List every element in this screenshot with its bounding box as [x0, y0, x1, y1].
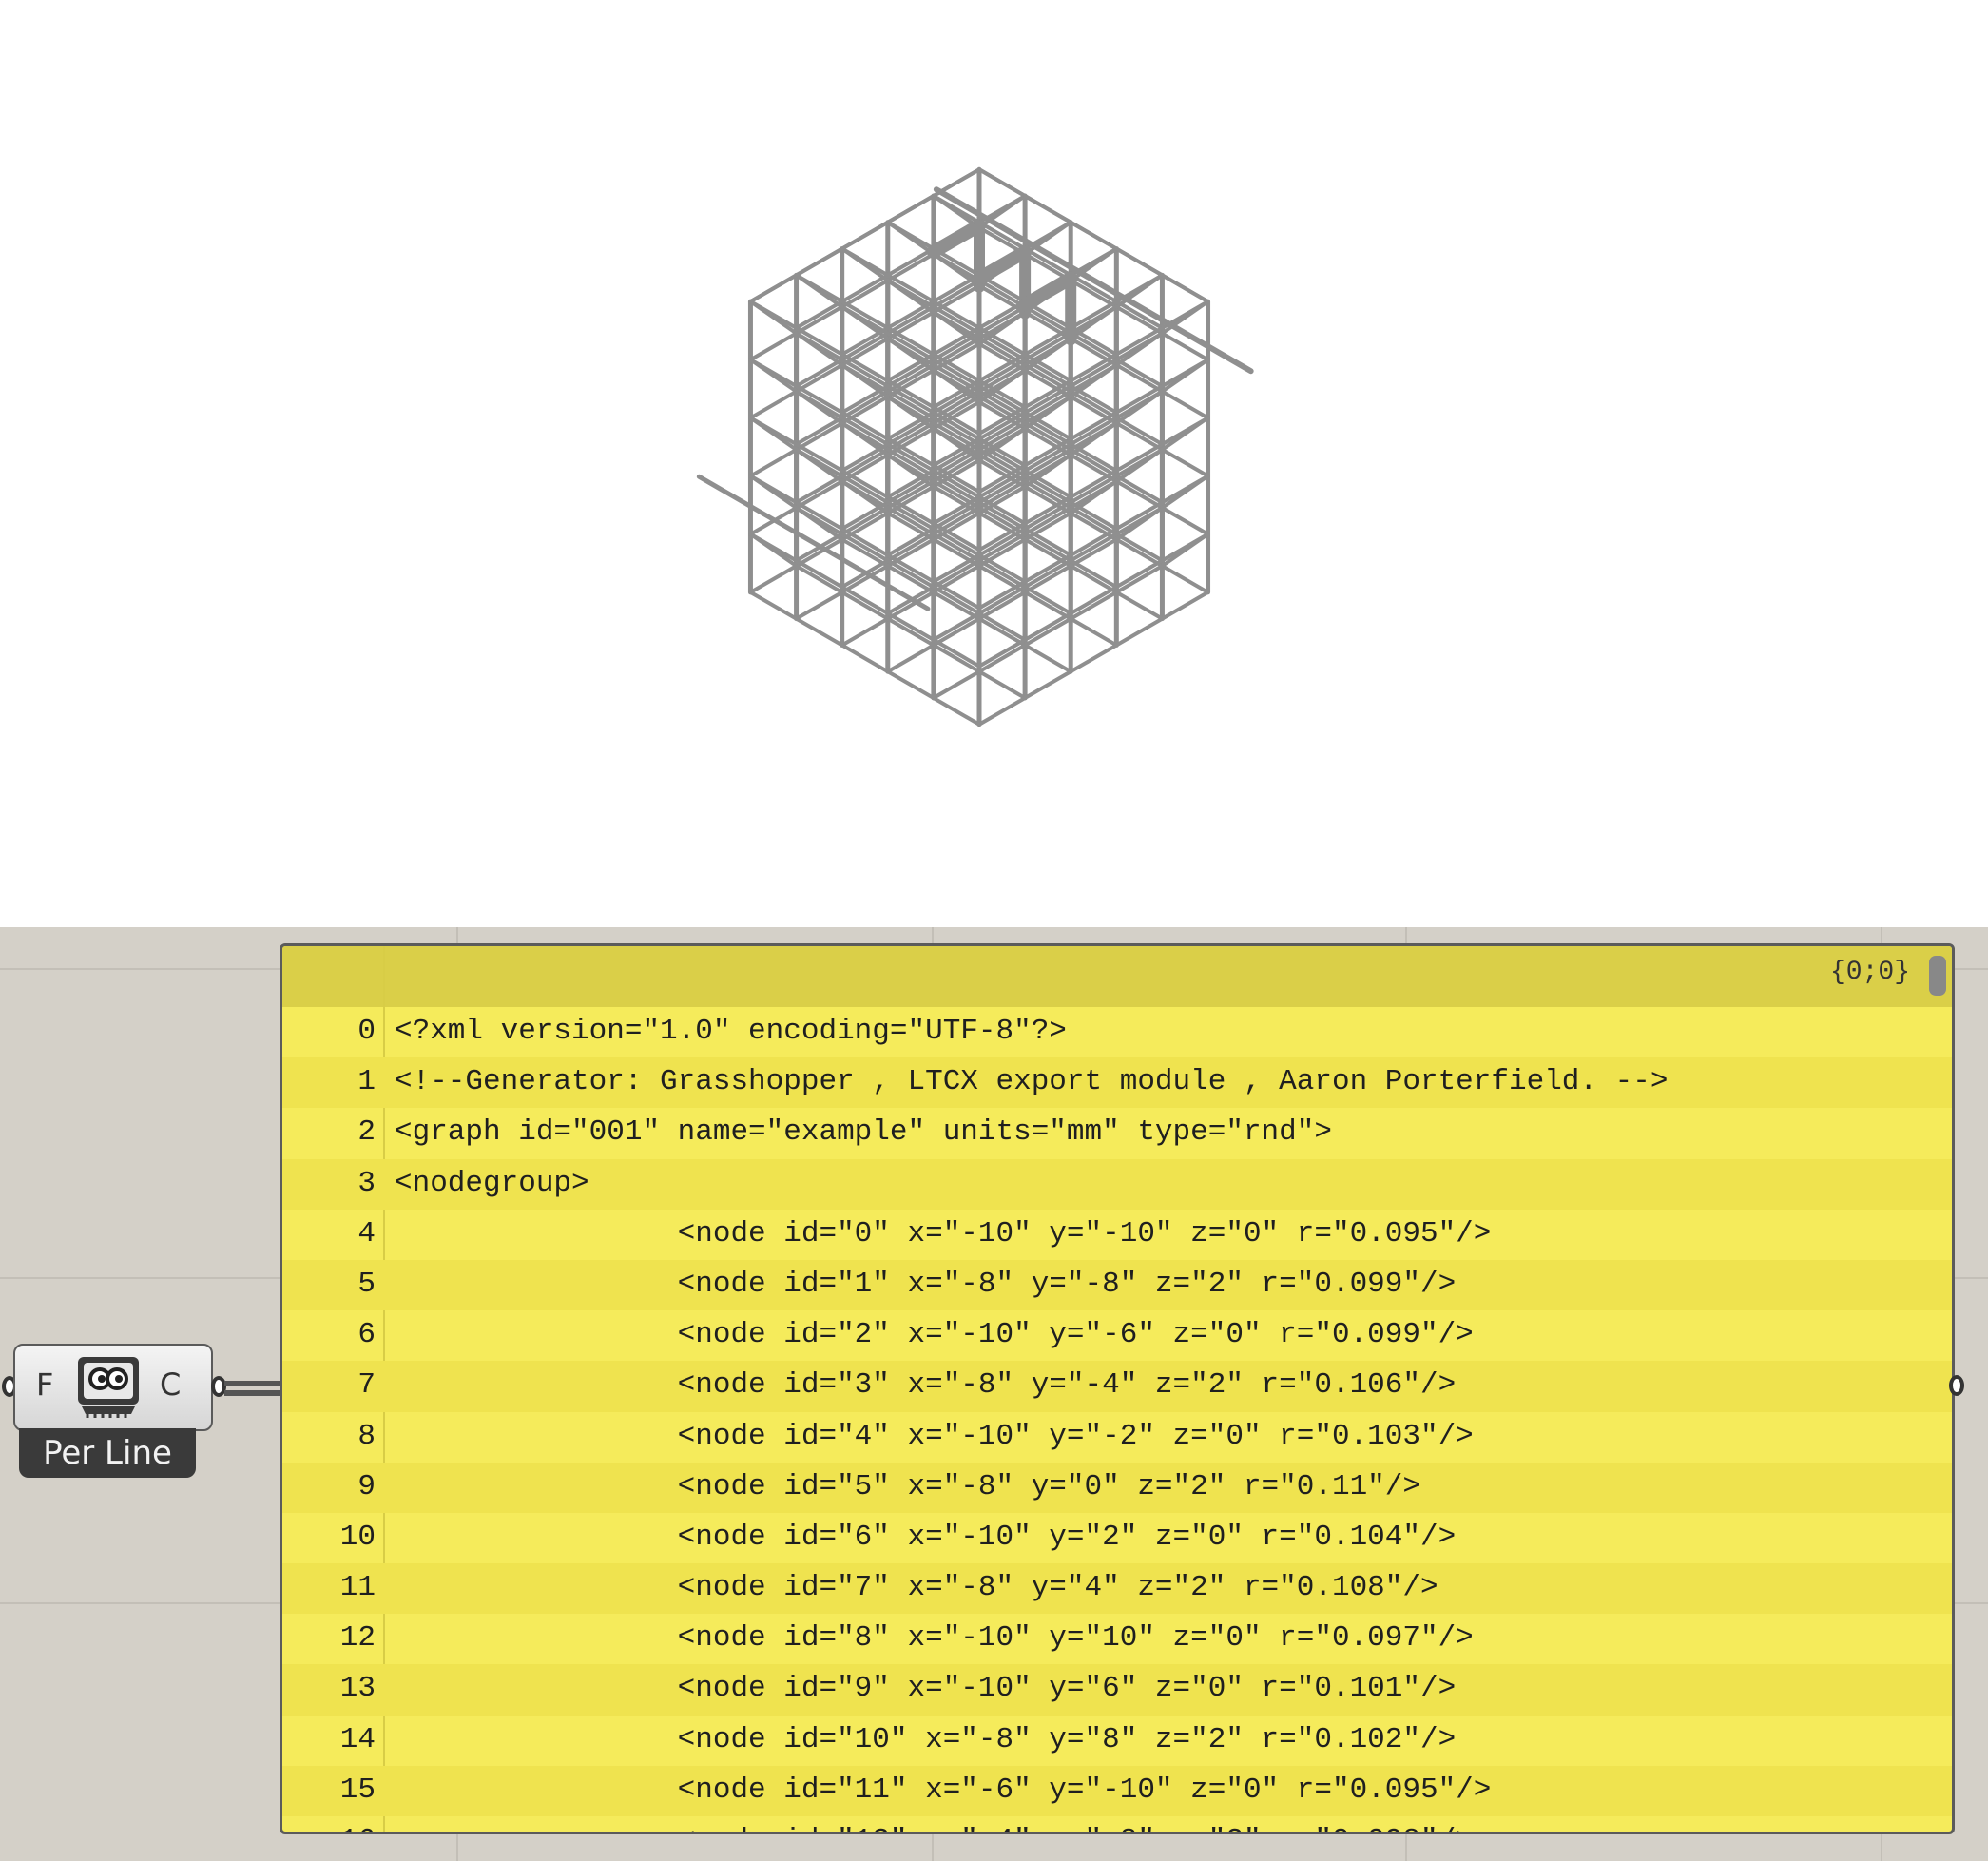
read-file-component[interactable]: F C [13, 1344, 213, 1431]
panel-output-grip[interactable] [1949, 1375, 1964, 1396]
line-number: 4 [357, 1216, 376, 1250]
panel-scrollbar[interactable] [1929, 956, 1946, 996]
panel-row: 1 <!--Generator: Grasshopper , LTCX expor… [282, 1057, 1952, 1109]
line-number: 15 [339, 1773, 376, 1807]
lattice-strut [885, 194, 936, 224]
line-text: <node id="1" x="-8" y="-8" z="2" r="0.09… [395, 1267, 1457, 1301]
line-number: 10 [339, 1520, 376, 1554]
panel-rows: 0 <?xml version="1.0" encoding="UTF-8"?> 1… [282, 1007, 1952, 1832]
line-text: <node id="2" x="-10" y="-6" z="0" r="0.0… [395, 1318, 1474, 1352]
line-number: 8 [357, 1419, 376, 1453]
lattice-strut [973, 244, 1033, 285]
lattice-strut [931, 194, 1165, 330]
lattice-strut [977, 590, 1210, 727]
lattice-strut [1023, 194, 1073, 224]
line-text: <?xml version="1.0" encoding="UTF-8"?> [395, 1015, 1067, 1048]
lattice-strut [1160, 273, 1210, 304]
lattice-strut [1018, 271, 1078, 312]
lattice-strut [926, 219, 986, 259]
line-number: 9 [357, 1469, 376, 1503]
line-text: <node id="7" x="-8" y="4" z="2" r="0.108… [395, 1571, 1438, 1605]
line-number: 0 [357, 1015, 376, 1048]
line-number: 16 [282, 1824, 376, 1832]
input-port-label[interactable]: F [36, 1367, 53, 1403]
lattice-3d-model [696, 166, 1254, 727]
line-text: <node id="6" x="-10" y="2" z="0" r="0.10… [395, 1520, 1457, 1554]
line-text: <node id="3" x="-8" y="-4" z="2" r="0.10… [395, 1368, 1457, 1403]
panel-row: 10 <node id="6" x="-10" y="2" z="0" r="0… [282, 1513, 1952, 1563]
panel-row: 14 <node id="10" x="-8" y="8" z="2" r="0… [282, 1716, 1952, 1766]
output-port-label[interactable]: C [160, 1367, 181, 1403]
panel-row: 8 <node id="4" x="-10" y="-2" z="0" r="0… [282, 1412, 1952, 1463]
line-text: <nodegroup> [395, 1166, 589, 1200]
panel-row: 2 <graph id="001" name="example" units="m… [282, 1108, 1952, 1158]
panel-row: 6 <node id="2" x="-10" y="-6" z="0" r="0… [282, 1310, 1952, 1361]
line-number: 12 [339, 1621, 376, 1656]
line-number: 1 [357, 1065, 376, 1099]
panel-reader-icon [74, 1353, 143, 1420]
data-path-label: {0;0} [1829, 958, 1910, 987]
panel-row: 4 <node id="0" x="-10" y="-10" z="0" r="… [282, 1210, 1952, 1260]
panel-row: 3 <nodegroup> [282, 1158, 1952, 1210]
line-number: 2 [357, 1115, 376, 1150]
line-text: <node id="8" x="-10" y="10" z="0" r="0.0… [395, 1621, 1474, 1656]
line-number: 6 [357, 1318, 376, 1352]
panel-row: 12 <node id="8" x="-10" y="10" z="0" r="… [282, 1614, 1952, 1664]
panel-row: 15 <node id="11" x="-6" y="-10" z="0" r=… [282, 1765, 1952, 1816]
line-number: 5 [357, 1267, 376, 1301]
line-text: <node id="0" x="-10" y="-10" z="0" r="0.… [395, 1216, 1492, 1250]
line-text: <node id="9" x="-10" y="6" z="0" r="0.10… [395, 1672, 1457, 1706]
line-text: <node id="5" x="-8" y="0" z="2" r="0.11"… [395, 1469, 1420, 1503]
lattice-strut [931, 564, 1165, 700]
lattice-strut [1069, 220, 1119, 251]
lattice-strut [794, 564, 1028, 700]
line-number: 14 [339, 1722, 376, 1756]
panel-row: 16 <node id="12" x="-4" y="-8" z="2" r="… [282, 1816, 1952, 1832]
lattice-struts [696, 166, 1254, 727]
lattice-strut [1114, 246, 1165, 278]
line-number: 11 [339, 1571, 376, 1605]
lattice-strut [840, 220, 890, 251]
connection-wire[interactable] [224, 1381, 283, 1386]
lattice-strut [748, 273, 799, 304]
component-body[interactable]: F C [13, 1344, 213, 1431]
connection-wire[interactable] [224, 1390, 283, 1396]
line-text: <!--Generator: Grasshopper , LTCX export… [395, 1065, 1669, 1099]
panel-row: 0 <?xml version="1.0" encoding="UTF-8"?> [282, 1007, 1952, 1057]
line-text: <node id="12" x="-4" y="-8" z="2" r="0.0… [395, 1824, 1474, 1832]
panel-row: 11 <node id="7" x="-8" y="4" z="2" r="0.… [282, 1563, 1952, 1615]
line-text: <node id="11" x="-6" y="-10" z="0" r="0.… [395, 1773, 1492, 1807]
line-number: 7 [357, 1368, 376, 1403]
panel-row: 7 <node id="3" x="-8" y="-4" z="2" r="0.… [282, 1361, 1952, 1412]
line-text: <node id="4" x="-10" y="-2" z="0" r="0.1… [395, 1419, 1474, 1453]
lattice-strut [748, 590, 981, 727]
rhino-viewport[interactable] [0, 0, 1988, 927]
text-panel[interactable]: {0;0} 0 <?xml version="1.0" encoding="UTF… [280, 943, 1955, 1834]
line-text: <graph id="001" name="example" units="mm… [395, 1115, 1332, 1150]
panel-row: 13 <node id="9" x="-10" y="6" z="0" r="0… [282, 1664, 1952, 1716]
panel-row: 5 <node id="1" x="-8" y="-8" z="2" r="0.… [282, 1259, 1952, 1311]
line-text: <node id="10" x="-8" y="8" z="2" r="0.10… [395, 1722, 1457, 1756]
panel-row: 9 <node id="5" x="-8" y="0" z="2" r="0.1… [282, 1462, 1952, 1513]
panel-header: {0;0} [282, 946, 1952, 1007]
component-label: Per Line [19, 1428, 196, 1478]
line-number: 13 [339, 1672, 376, 1706]
lattice-strut [977, 167, 1028, 199]
lattice-strut [794, 246, 844, 278]
line-number: 3 [357, 1166, 376, 1200]
lattice-strut [794, 194, 1028, 330]
